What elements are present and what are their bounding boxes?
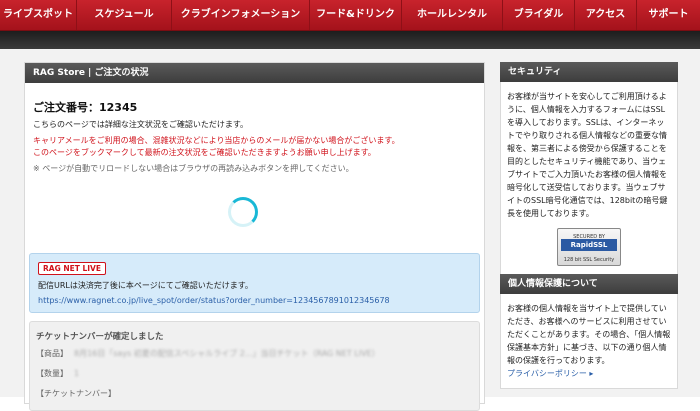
order-description: こちらのページでは詳細な注文状況をご確認いただけます。 bbox=[33, 120, 249, 129]
carrier-mail-warning: キャリアメールをご利用の場合、混雑状況などにより当店からのメールが届かない場合が… bbox=[33, 136, 400, 145]
rapidssl-seal-icon[interactable]: SECURED BY RapidSSL 128 bit SSL Security bbox=[557, 228, 621, 266]
streaming-url-note: 配信URLは決済完了後に本ページにてご確認いただけます。 bbox=[38, 281, 253, 290]
security-header: セキュリティ bbox=[500, 62, 678, 82]
reload-note: ※ ページが自動でリロードしない場合はブラウザの再読み込みボタンを押してください… bbox=[33, 164, 354, 173]
top-navigation: ライブスポット スケジュール クラブインフォメーション フード&ドリンク ホール… bbox=[0, 0, 700, 31]
order-number: ご注文番号：12345 bbox=[33, 101, 138, 114]
order-status-panel: RAG Store | ご注文の状況 ご注文番号：12345 こちらのページでは… bbox=[24, 62, 485, 411]
ticket-product-row: 【商品】 8月16日「says 初夏の配信スペシャルライブ 2...」当日チケット… bbox=[36, 348, 380, 359]
security-section: セキュリティ お客様が当サイトを安心してご利用頂けるように、個人情報を入力するフ… bbox=[500, 62, 678, 275]
security-body: お客様が当サイトを安心してご利用頂けるように、個人情報を入力するフォームにはSS… bbox=[500, 82, 678, 275]
nav-item-bridal[interactable]: ブライダル bbox=[503, 0, 575, 30]
order-status-link[interactable]: https://www.ragnet.co.jp/live_spot/order… bbox=[38, 296, 390, 305]
seal-bottom-text: 128 bit SSL Security bbox=[563, 257, 615, 263]
header-band bbox=[0, 31, 700, 49]
nav-item-club-info[interactable]: クラブインフォメーション bbox=[172, 0, 310, 30]
order-status-header: RAG Store | ご注文の状況 bbox=[25, 63, 484, 83]
ticket-number-row: 【チケットナンバー】 bbox=[36, 388, 116, 399]
security-text: お客様が当サイトを安心してご利用頂けるように、個人情報を入力するフォームにはSS… bbox=[507, 92, 668, 218]
ticket-quantity-row: 【数量】 1 bbox=[36, 368, 79, 379]
nav-item-livespot[interactable]: ライブスポット bbox=[0, 0, 77, 30]
nav-item-access[interactable]: アクセス bbox=[575, 0, 637, 30]
ticket-quantity-value: 1 bbox=[74, 369, 80, 378]
nav-item-support[interactable]: サポート bbox=[637, 0, 700, 30]
bookmark-warning: このページをブックマークして最新の注文状況をご確認いただきますようお願い申し上げ… bbox=[33, 148, 376, 157]
ticket-product-label: 【商品】 bbox=[36, 349, 68, 358]
privacy-section: 個人情報保護について お客様の個人情報を当サイト上で提供していただき、お客様への… bbox=[500, 274, 678, 389]
privacy-policy-link[interactable]: プライバシーポリシー ▸ bbox=[507, 367, 671, 380]
rag-net-live-info: RAG NET LIVE 配信URLは決済完了後に本ページにてご確認いただけます… bbox=[29, 253, 480, 313]
nav-item-schedule[interactable]: スケジュール bbox=[77, 0, 172, 30]
rag-net-live-badge: RAG NET LIVE bbox=[38, 262, 106, 275]
ticket-confirmed-title: チケットナンバーが確定しました bbox=[36, 332, 164, 342]
ticket-product-value: 8月16日「says 初夏の配信スペシャルライブ 2...」当日チケット（RAG… bbox=[74, 349, 380, 358]
loading-spinner-icon bbox=[228, 197, 258, 227]
ticket-number-box: チケットナンバーが確定しました 【商品】 8月16日「says 初夏の配信スペシャ… bbox=[29, 321, 480, 411]
privacy-body: お客様の個人情報を当サイト上で提供していただき、お客様へのサービスに利用させてい… bbox=[500, 294, 678, 389]
privacy-text: お客様の個人情報を当サイト上で提供していただき、お客様へのサービスに利用させてい… bbox=[507, 304, 671, 365]
ticket-quantity-label: 【数量】 bbox=[36, 369, 68, 378]
seal-brand-text: RapidSSL bbox=[561, 239, 617, 251]
privacy-header: 個人情報保護について bbox=[500, 274, 678, 294]
nav-item-food-drink[interactable]: フード&ドリンク bbox=[310, 0, 402, 30]
nav-item-hall-rental[interactable]: ホールレンタル bbox=[402, 0, 503, 30]
